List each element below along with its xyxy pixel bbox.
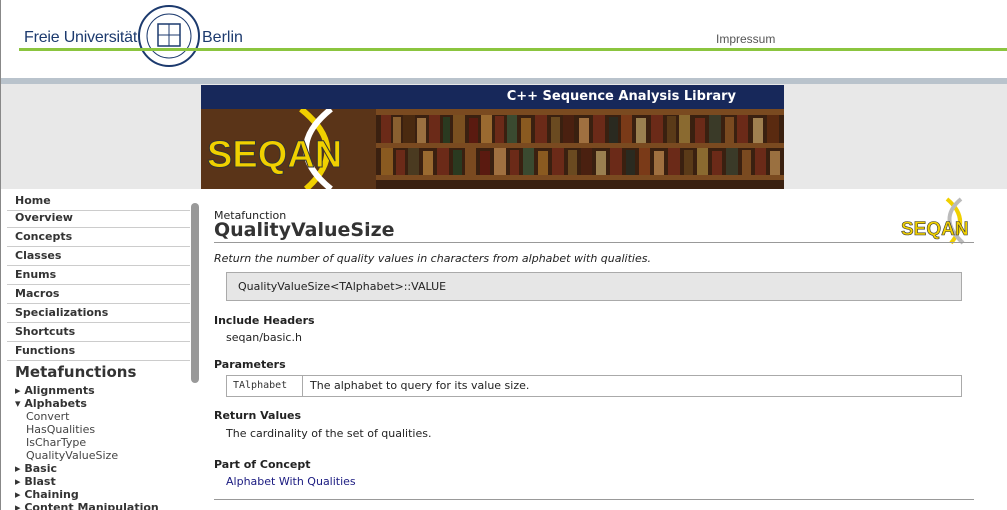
library-banner-image: SEQAN bbox=[201, 109, 784, 189]
concept-link[interactable]: Alphabet With Qualities bbox=[226, 475, 356, 488]
parameters-table: TAlphabet The alphabet to query for its … bbox=[226, 375, 962, 397]
sidebar-section-title: Metafunctions bbox=[15, 363, 137, 381]
sidebar-scrollbar[interactable] bbox=[191, 203, 199, 383]
tree-leaf-ischartype[interactable]: IsCharType bbox=[26, 436, 86, 449]
sidebar-item-overview[interactable]: Overview bbox=[7, 209, 190, 228]
sidebar-item-classes[interactable]: Classes bbox=[7, 247, 190, 266]
sidebar-item-macros[interactable]: Macros bbox=[7, 285, 190, 304]
university-header: Freie Universität Berlin Impressum bbox=[0, 0, 1007, 84]
seqan-banner: C++ Sequence Analysis Library SEQAN bbox=[201, 85, 784, 189]
expand-triangle-icon[interactable]: ▸ bbox=[15, 462, 24, 475]
sidebar-item-concepts[interactable]: Concepts bbox=[7, 228, 190, 247]
expand-triangle-icon[interactable]: ▸ bbox=[15, 384, 24, 397]
tree-node-content-manipulation[interactable]: ▸ Content Manipulation bbox=[15, 501, 159, 510]
mini-logo-text: SEQAN bbox=[901, 219, 969, 240]
parameters-heading: Parameters bbox=[214, 358, 286, 371]
expand-triangle-icon[interactable]: ▸ bbox=[15, 488, 24, 501]
tree-node-blast[interactable]: ▸ Blast bbox=[15, 475, 56, 488]
university-name-right[interactable]: Berlin bbox=[202, 29, 243, 47]
sidebar-item-shortcuts[interactable]: Shortcuts bbox=[7, 323, 190, 342]
seqan-logo-icon[interactable]: SEQAN bbox=[901, 197, 973, 245]
part-of-concept-heading: Part of Concept bbox=[214, 458, 311, 471]
tree-node-alignments[interactable]: ▸ Alignments bbox=[15, 384, 95, 397]
header-divider bbox=[19, 48, 1007, 51]
bottom-divider bbox=[214, 499, 974, 500]
sidebar-item-specializations[interactable]: Specializations bbox=[7, 304, 190, 323]
impressum-link[interactable]: Impressum bbox=[716, 32, 775, 46]
return-values-heading: Return Values bbox=[214, 409, 302, 422]
tree-leaf-hasqualities[interactable]: HasQualities bbox=[26, 423, 95, 436]
sidebar-item-enums[interactable]: Enums bbox=[7, 266, 190, 285]
param-name-cell: TAlphabet bbox=[227, 376, 303, 396]
tree-node-basic[interactable]: ▸ Basic bbox=[15, 462, 57, 475]
tree-node-alphabets[interactable]: ▾ Alphabets bbox=[15, 397, 87, 410]
university-seal-icon[interactable] bbox=[138, 4, 200, 68]
sidebar-item-functions[interactable]: Functions bbox=[7, 342, 190, 361]
collapse-triangle-icon[interactable]: ▾ bbox=[15, 397, 24, 410]
doc-content: Metafunction QualityValueSize SEQAN Retu… bbox=[201, 189, 1007, 510]
return-value-text: The cardinality of the set of qualities. bbox=[226, 427, 432, 440]
banner-tagline: C++ Sequence Analysis Library bbox=[201, 85, 784, 109]
description: Return the number of quality values in c… bbox=[214, 252, 651, 265]
university-name-left[interactable]: Freie Universität bbox=[24, 29, 137, 47]
sidebar-nav: Home Overview Concepts Classes Enums Mac… bbox=[0, 189, 201, 510]
tree-leaf-convert[interactable]: Convert bbox=[26, 410, 70, 423]
include-headers-heading: Include Headers bbox=[214, 314, 315, 327]
param-desc-cell: The alphabet to query for its value size… bbox=[310, 379, 530, 392]
expand-triangle-icon[interactable]: ▸ bbox=[15, 501, 24, 510]
page-title: QualityValueSize bbox=[214, 219, 395, 241]
seqan-logo-text: SEQAN bbox=[207, 134, 342, 176]
tree-node-chaining[interactable]: ▸ Chaining bbox=[15, 488, 79, 501]
tree-leaf-qualityvaluesize[interactable]: QualityValueSize bbox=[26, 449, 118, 462]
expand-triangle-icon[interactable]: ▸ bbox=[15, 475, 24, 488]
title-divider bbox=[214, 242, 974, 243]
include-headers-value: seqan/basic.h bbox=[226, 331, 302, 344]
signature-box: QualityValueSize<TAlphabet>::VALUE bbox=[226, 272, 962, 301]
